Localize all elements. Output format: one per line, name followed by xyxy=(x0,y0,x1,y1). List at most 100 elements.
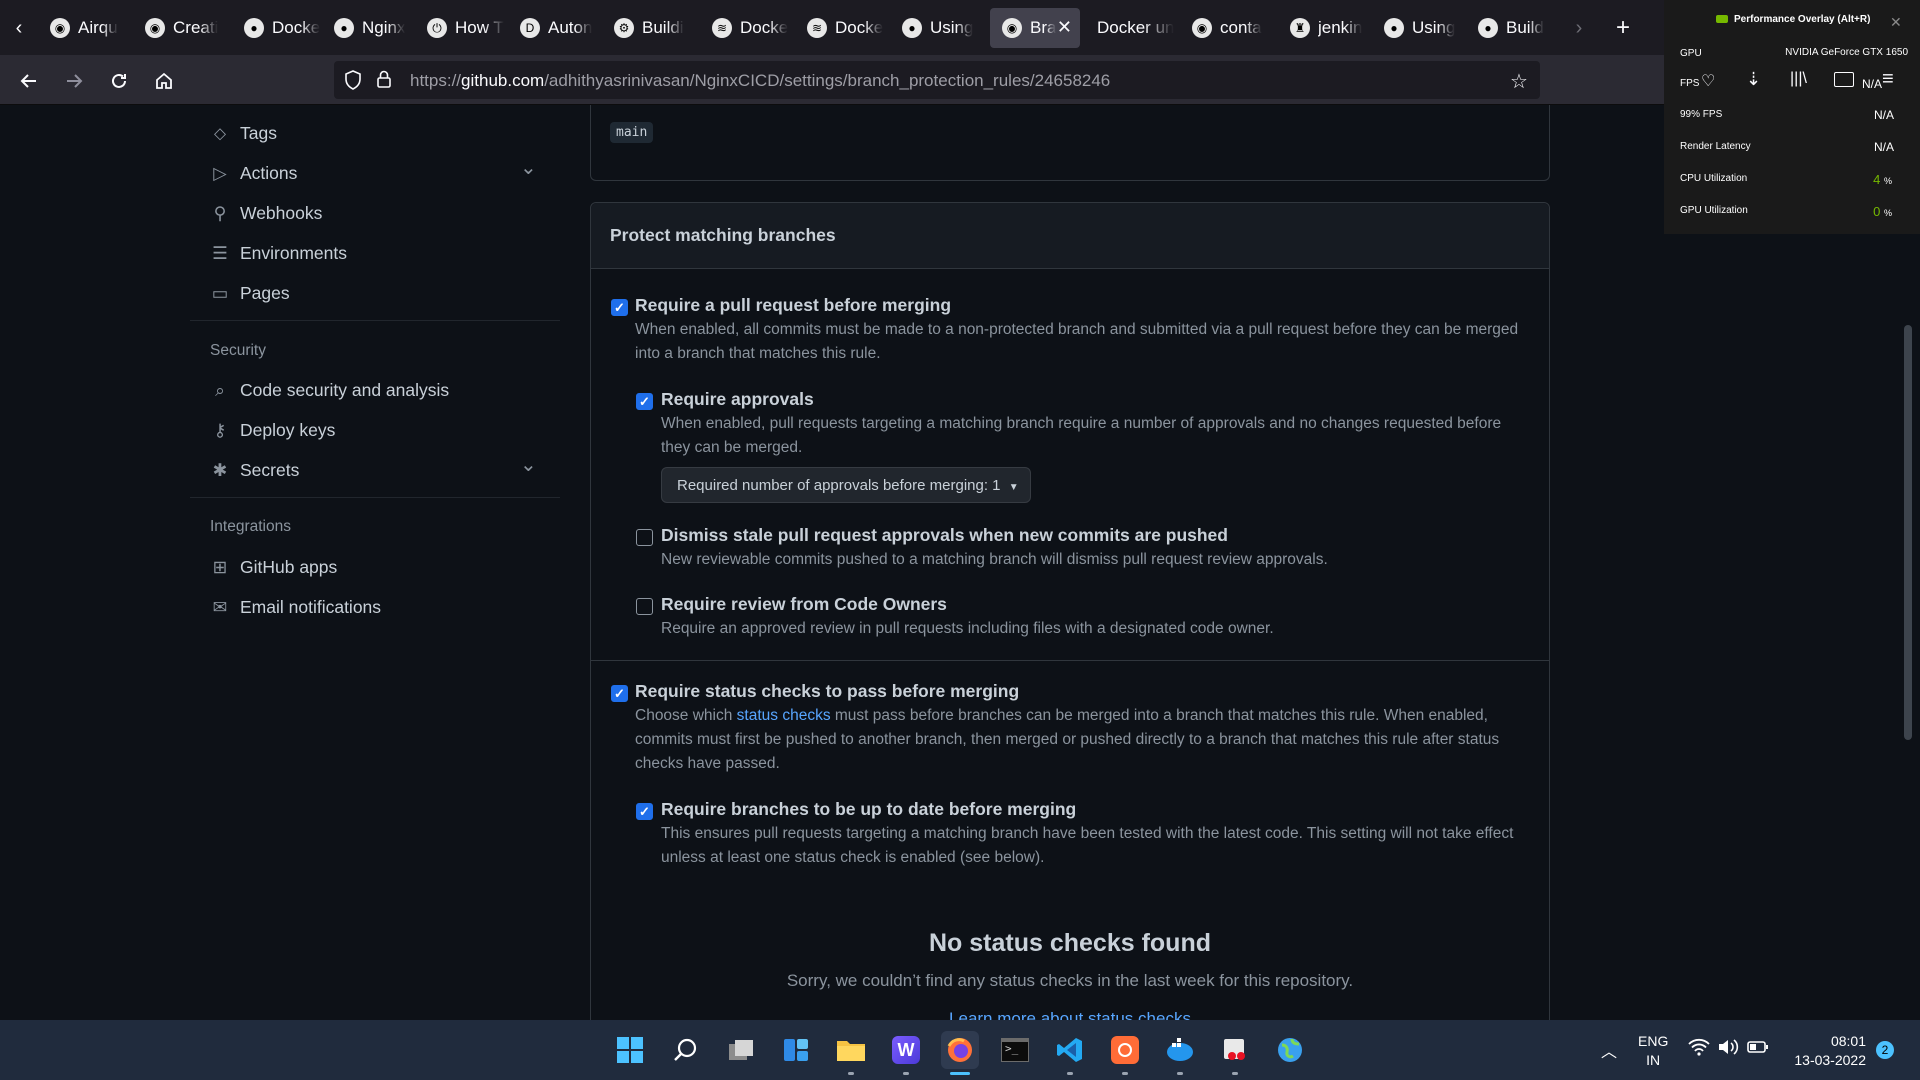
tab-scroll-left-icon[interactable]: ‹ xyxy=(4,13,34,43)
pocket-icon[interactable]: ♡ xyxy=(1701,71,1715,91)
avatar-icon: ● xyxy=(244,18,264,38)
chevron-down-icon[interactable]: ⌄ xyxy=(520,452,537,477)
browser-tab[interactable]: ◉ Bra ✕ xyxy=(990,8,1080,48)
volume-icon[interactable] xyxy=(1717,1038,1739,1061)
file-explorer-icon[interactable] xyxy=(832,1031,870,1069)
code-owners-checkbox[interactable] xyxy=(636,598,653,615)
browser-tab[interactable]: ● Docke xyxy=(232,8,324,48)
sidebar-item-tags[interactable]: ⬦ Tags xyxy=(210,117,277,149)
browser-tab[interactable]: ♜ jenkin xyxy=(1278,8,1370,48)
browser-tab[interactable]: D Auton xyxy=(508,8,600,48)
approvals-count-select[interactable]: Required number of approvals before merg… xyxy=(661,467,1031,503)
show-hidden-icons-chevron[interactable]: ︿ xyxy=(1601,1038,1617,1062)
browser-tab-label: Creati xyxy=(173,18,219,37)
wifi-icon[interactable] xyxy=(1688,1038,1710,1061)
back-icon[interactable] xyxy=(14,66,44,96)
code-owners-label[interactable]: Require review from Code Owners xyxy=(661,594,947,615)
browser-tab[interactable]: ⏻ How T xyxy=(415,8,507,48)
require-pr-checkbox[interactable]: ✓ xyxy=(611,299,628,316)
browser-tab-label: Auton xyxy=(548,18,593,37)
sidebar-item-label: Environments xyxy=(240,242,347,263)
dismiss-stale-label[interactable]: Dismiss stale pull request approvals whe… xyxy=(661,525,1228,546)
require-approvals-checkbox[interactable]: ✓ xyxy=(636,393,653,410)
browser-tab[interactable]: ◉ Airqu xyxy=(38,8,130,48)
sidebar-item-environments[interactable]: ☰ Environments xyxy=(210,237,347,269)
shield-icon[interactable] xyxy=(344,70,362,95)
sidebar-item-webhooks[interactable]: ⚲ Webhooks xyxy=(210,197,323,229)
battery-icon[interactable] xyxy=(1747,1039,1769,1060)
browser-tab[interactable]: ≋ Docke xyxy=(700,8,792,48)
browser-tab[interactable]: ◉ Creati xyxy=(133,8,225,48)
sidebar-item-code-security-and-analysis[interactable]: ⌕ Code security and analysis xyxy=(210,374,449,406)
status-checks-label[interactable]: Require status checks to pass before mer… xyxy=(635,681,1019,702)
overlay-close-icon[interactable]: ✕ xyxy=(1890,14,1902,31)
menu-icon[interactable]: ≡ xyxy=(1882,68,1894,91)
chevron-down-icon[interactable]: ⌄ xyxy=(520,155,537,180)
page-scrollbar-thumb[interactable] xyxy=(1904,325,1912,740)
home-icon[interactable] xyxy=(149,66,179,96)
status-checks-checkbox[interactable]: ✓ xyxy=(611,685,628,702)
sidebar-item-pages[interactable]: ▭ Pages xyxy=(210,277,290,309)
tab-scroll-right-icon[interactable]: › xyxy=(1564,13,1594,43)
download-icon[interactable]: ⇣ xyxy=(1746,69,1761,90)
browser-tab[interactable]: Docker un xyxy=(1085,8,1177,48)
tab-close-icon[interactable]: ✕ xyxy=(1057,17,1072,38)
sidebar-item-actions[interactable]: ▷ Actions xyxy=(210,157,297,189)
status-checks-link[interactable]: status checks xyxy=(737,707,831,724)
app-w-running-indicator xyxy=(903,1072,909,1075)
gpu-value: NVIDIA GeForce GTX 1650 xyxy=(1785,47,1908,58)
clock[interactable]: 08:01 13-03-2022 xyxy=(1782,1032,1866,1070)
windows-start-icon[interactable] xyxy=(611,1031,649,1069)
terminal-icon[interactable]: >_ xyxy=(996,1031,1034,1069)
address-bar[interactable]: https://github.com/adhithyasrinivasan/Ng… xyxy=(334,61,1540,99)
globe-app-icon[interactable] xyxy=(1271,1031,1309,1069)
dismiss-stale-checkbox[interactable] xyxy=(636,529,653,546)
up-to-date-label[interactable]: Require branches to be up to date before… xyxy=(661,799,1076,820)
sidebar-toggle-icon[interactable] xyxy=(1834,72,1854,87)
sidebar-item-email-notifications[interactable]: ✉ Email notifications xyxy=(210,591,381,623)
protect-branches-box: Protect matching branches ✓ Require a pu… xyxy=(590,202,1550,1020)
browser-tab[interactable]: ⚙ Buildi xyxy=(602,8,694,48)
forward-icon[interactable] xyxy=(59,66,89,96)
app-w-icon[interactable]: W xyxy=(887,1031,925,1069)
branch-pattern-code: main xyxy=(610,122,654,143)
lock-icon[interactable] xyxy=(376,69,392,94)
browser-tab[interactable]: ● Build xyxy=(1466,8,1558,48)
github-icon: ◉ xyxy=(145,18,165,38)
browser-tab[interactable]: ≋ Docke xyxy=(795,8,887,48)
up-to-date-checkbox[interactable]: ✓ xyxy=(636,803,653,820)
postman-icon[interactable] xyxy=(1106,1031,1144,1069)
avatar-icon: ● xyxy=(334,18,354,38)
sidebar-divider xyxy=(190,320,560,321)
language-indicator[interactable]: ENG IN xyxy=(1638,1032,1668,1070)
new-tab-button[interactable]: + xyxy=(1608,13,1638,43)
reload-icon[interactable] xyxy=(104,66,134,96)
sidebar-item-label: Deploy keys xyxy=(240,419,336,440)
url-text[interactable]: https://github.com/adhithyasrinivasan/Ng… xyxy=(410,71,1110,91)
search-icon[interactable] xyxy=(667,1031,705,1069)
require-pr-label[interactable]: Require a pull request before merging xyxy=(635,295,951,316)
latency-label: Render Latency xyxy=(1680,141,1751,152)
snipping-tool-icon[interactable] xyxy=(1216,1031,1254,1069)
learn-more-status-checks-link[interactable]: Learn more about status checks xyxy=(591,1009,1549,1020)
task-view-icon[interactable] xyxy=(722,1031,760,1069)
jenkins-icon: ♜ xyxy=(1290,18,1310,38)
no-status-checks-desc: Sorry, we couldn’t find any status check… xyxy=(786,971,1354,990)
docker-icon[interactable] xyxy=(1161,1031,1199,1069)
avatar-icon: ● xyxy=(1384,18,1404,38)
library-icon[interactable]: |||\ xyxy=(1790,70,1807,88)
sidebar-item-github-apps[interactable]: ⊞ GitHub apps xyxy=(210,551,338,583)
browser-tab[interactable]: ● Nginx xyxy=(322,8,414,48)
sidebar-item-deploy-keys[interactable]: ⚷ Deploy keys xyxy=(210,414,336,446)
firefox-icon[interactable] xyxy=(941,1031,979,1069)
vscode-icon[interactable] xyxy=(1051,1031,1089,1069)
widgets-icon[interactable] xyxy=(777,1031,815,1069)
require-approvals-label[interactable]: Require approvals xyxy=(661,389,814,410)
bookmark-star-icon[interactable]: ☆ xyxy=(1510,69,1528,94)
browser-tab[interactable]: ● Using xyxy=(1372,8,1464,48)
avatar-icon: ● xyxy=(902,18,922,38)
notification-badge[interactable]: 2 xyxy=(1876,1041,1894,1059)
browser-tab[interactable]: ◉ conta xyxy=(1180,8,1272,48)
sidebar-item-secrets[interactable]: ✱ Secrets xyxy=(210,454,300,486)
browser-tab[interactable]: ● Using xyxy=(890,8,982,48)
